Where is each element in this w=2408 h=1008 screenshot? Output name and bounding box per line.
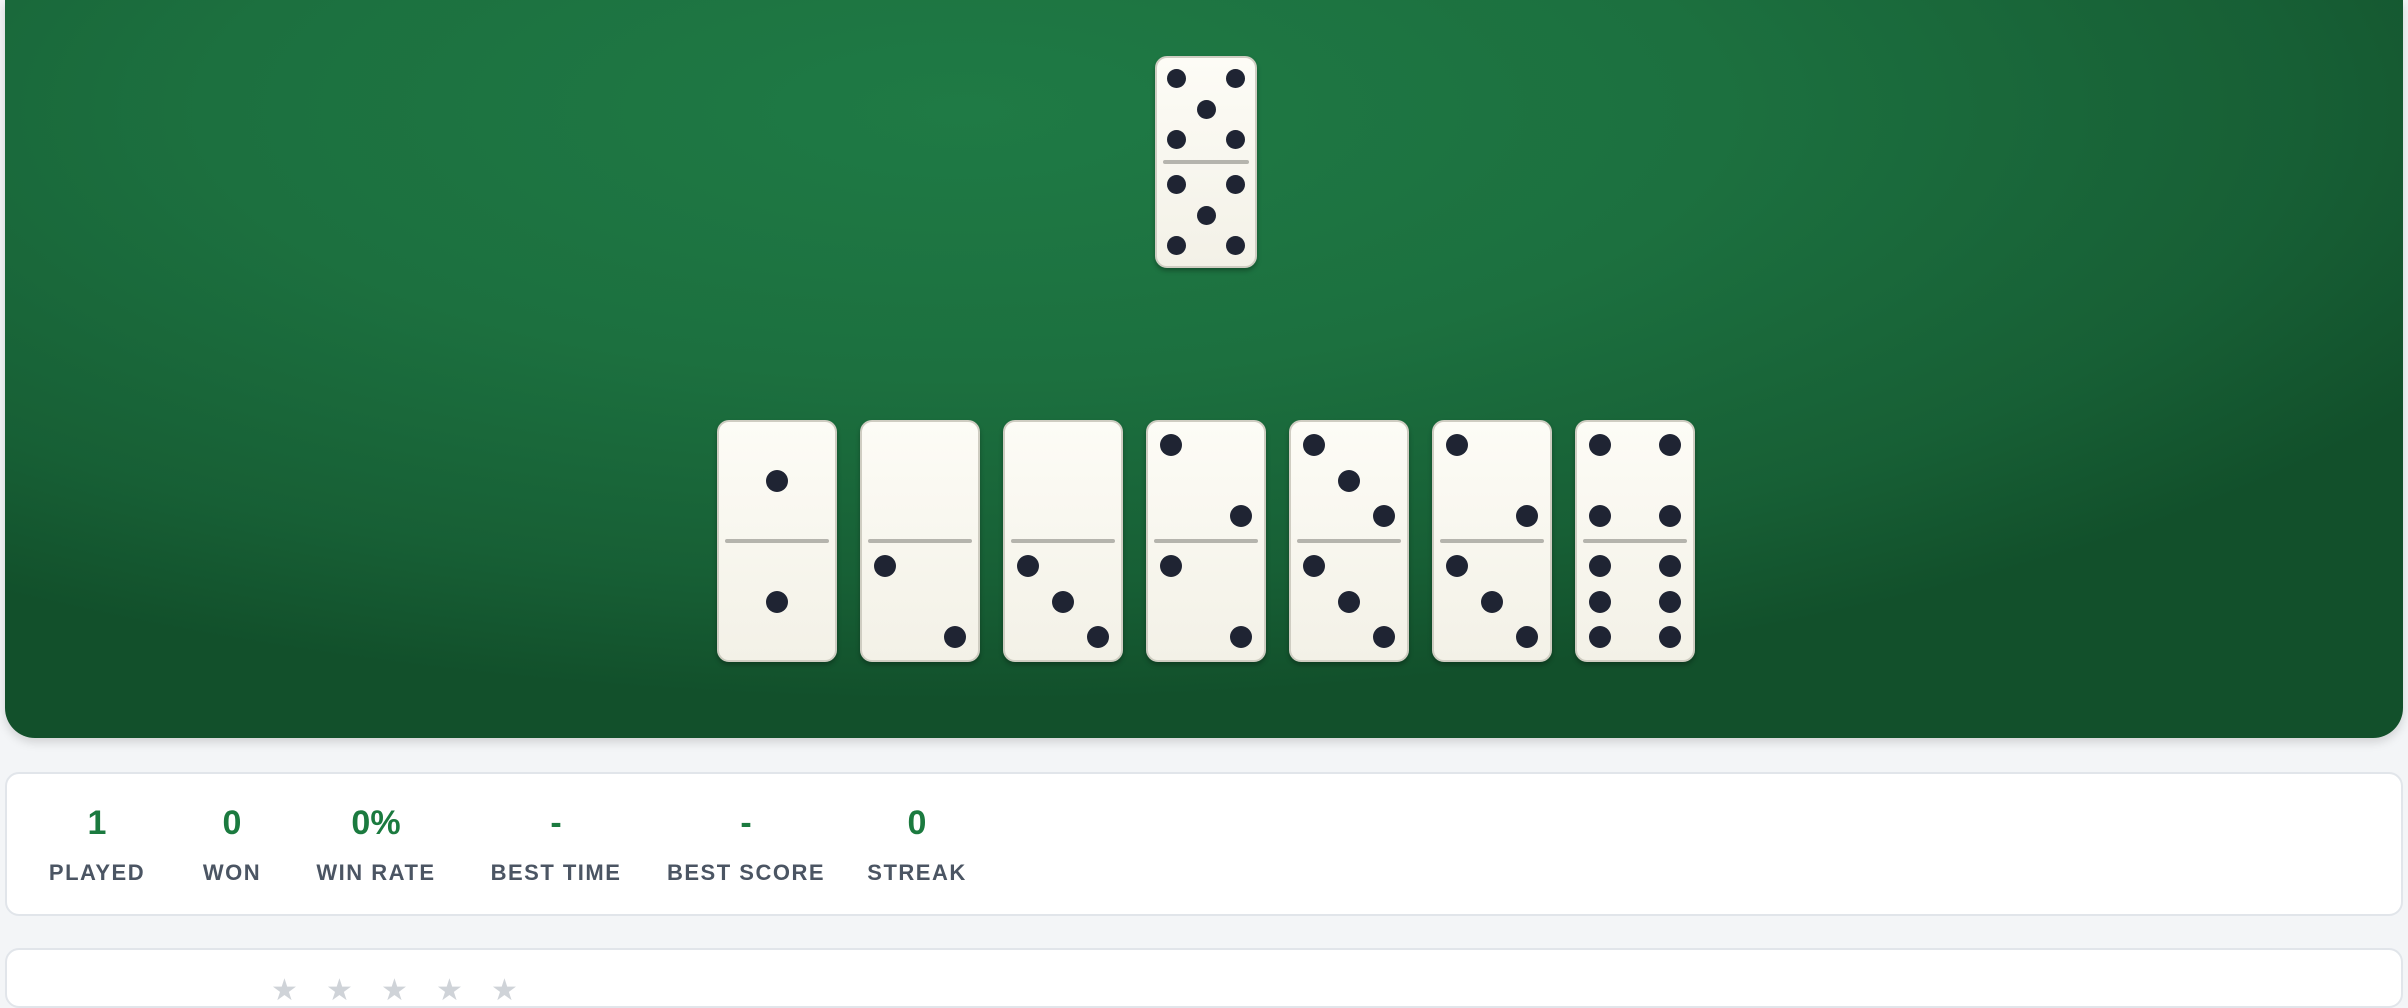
- domino-pip: [1167, 130, 1187, 150]
- domino-pip: [766, 469, 788, 492]
- star-icon[interactable]: ★: [271, 976, 298, 1006]
- domino-pip: [1658, 555, 1681, 578]
- domino-pip: [1658, 590, 1681, 613]
- domino-divider: [1297, 539, 1401, 543]
- domino-pip: [1086, 625, 1109, 648]
- stat-best-time-label: BEST TIME: [490, 860, 622, 885]
- domino-pip: [1229, 504, 1252, 527]
- domino-pip: [1167, 236, 1187, 256]
- domino-pip: [1052, 590, 1074, 613]
- domino-pip: [1589, 555, 1612, 578]
- stat-best-score-label: BEST SCORE: [666, 860, 826, 885]
- domino-pip: [943, 625, 966, 648]
- domino-pip: [1515, 504, 1538, 527]
- domino-pip: [1225, 236, 1245, 256]
- domino-pip: [1167, 68, 1187, 88]
- hand-domino-4-6[interactable]: [1575, 420, 1695, 662]
- domino-pip: [1196, 99, 1216, 119]
- stat-win-rate-label: WIN RATE: [316, 860, 436, 885]
- star-icon[interactable]: ★: [381, 976, 408, 1006]
- domino-pip: [1229, 625, 1252, 648]
- hand-domino-1-1[interactable]: [717, 420, 837, 662]
- domino-pip: [766, 590, 788, 613]
- stats-panel: 1 PLAYED 0 WON 0% WIN RATE - BEST TIME -…: [5, 772, 2403, 916]
- rating-panel: ★ ★ ★ ★ ★: [5, 948, 2403, 1008]
- stat-best-score-value: -: [740, 804, 752, 842]
- domino-pip: [1658, 625, 1681, 648]
- stat-played-label: PLAYED: [48, 860, 146, 885]
- game-board: [5, 0, 2403, 738]
- stat-win-rate-value: 0%: [351, 804, 401, 842]
- stat-won-label: WON: [202, 860, 262, 885]
- star-icon[interactable]: ★: [491, 976, 518, 1006]
- domino-pip: [1160, 434, 1183, 457]
- domino-pip: [1338, 590, 1360, 613]
- domino-divider: [1154, 539, 1258, 543]
- domino-pip: [1017, 555, 1040, 578]
- domino-divider: [725, 539, 829, 543]
- hand-domino-2-3[interactable]: [1432, 420, 1552, 662]
- domino-pip: [1481, 590, 1503, 613]
- domino-pip: [1446, 555, 1469, 578]
- stat-streak-label: STREAK: [867, 860, 967, 885]
- domino-divider: [868, 539, 972, 543]
- domino-pip: [1196, 205, 1216, 225]
- hand-domino-2-2[interactable]: [1146, 420, 1266, 662]
- domino-pip: [874, 555, 897, 578]
- domino-pip: [1446, 434, 1469, 457]
- domino-pip: [1658, 434, 1681, 457]
- hand-domino-0-2[interactable]: [860, 420, 980, 662]
- domino-divider: [1583, 539, 1687, 543]
- star-icon[interactable]: ★: [326, 976, 353, 1006]
- domino-pip: [1589, 504, 1612, 527]
- domino-pip: [1515, 625, 1538, 648]
- stat-played-value: 1: [87, 804, 107, 842]
- domino-divider: [1440, 539, 1544, 543]
- stat-best-time-value: -: [550, 804, 562, 842]
- domino-pip: [1160, 555, 1183, 578]
- domino-pip: [1303, 555, 1326, 578]
- domino-pip: [1225, 68, 1245, 88]
- domino-pip: [1303, 434, 1326, 457]
- domino-pip: [1589, 434, 1612, 457]
- domino-pip: [1589, 625, 1612, 648]
- hand-domino-3-3[interactable]: [1289, 420, 1409, 662]
- domino-pip: [1658, 504, 1681, 527]
- domino-divider: [1163, 160, 1249, 164]
- stat-streak-value: 0: [907, 804, 927, 842]
- star-icon[interactable]: ★: [436, 976, 463, 1006]
- stat-won-value: 0: [222, 804, 242, 842]
- domino-pip: [1338, 469, 1360, 492]
- domino-pip: [1167, 174, 1187, 194]
- domino-pip: [1225, 174, 1245, 194]
- domino-divider: [1011, 539, 1115, 543]
- domino-pip: [1589, 590, 1612, 613]
- domino-pip: [1372, 504, 1395, 527]
- hand-domino-0-3[interactable]: [1003, 420, 1123, 662]
- domino-pip: [1372, 625, 1395, 648]
- played-domino-5-5: [1155, 56, 1257, 268]
- domino-pip: [1225, 130, 1245, 150]
